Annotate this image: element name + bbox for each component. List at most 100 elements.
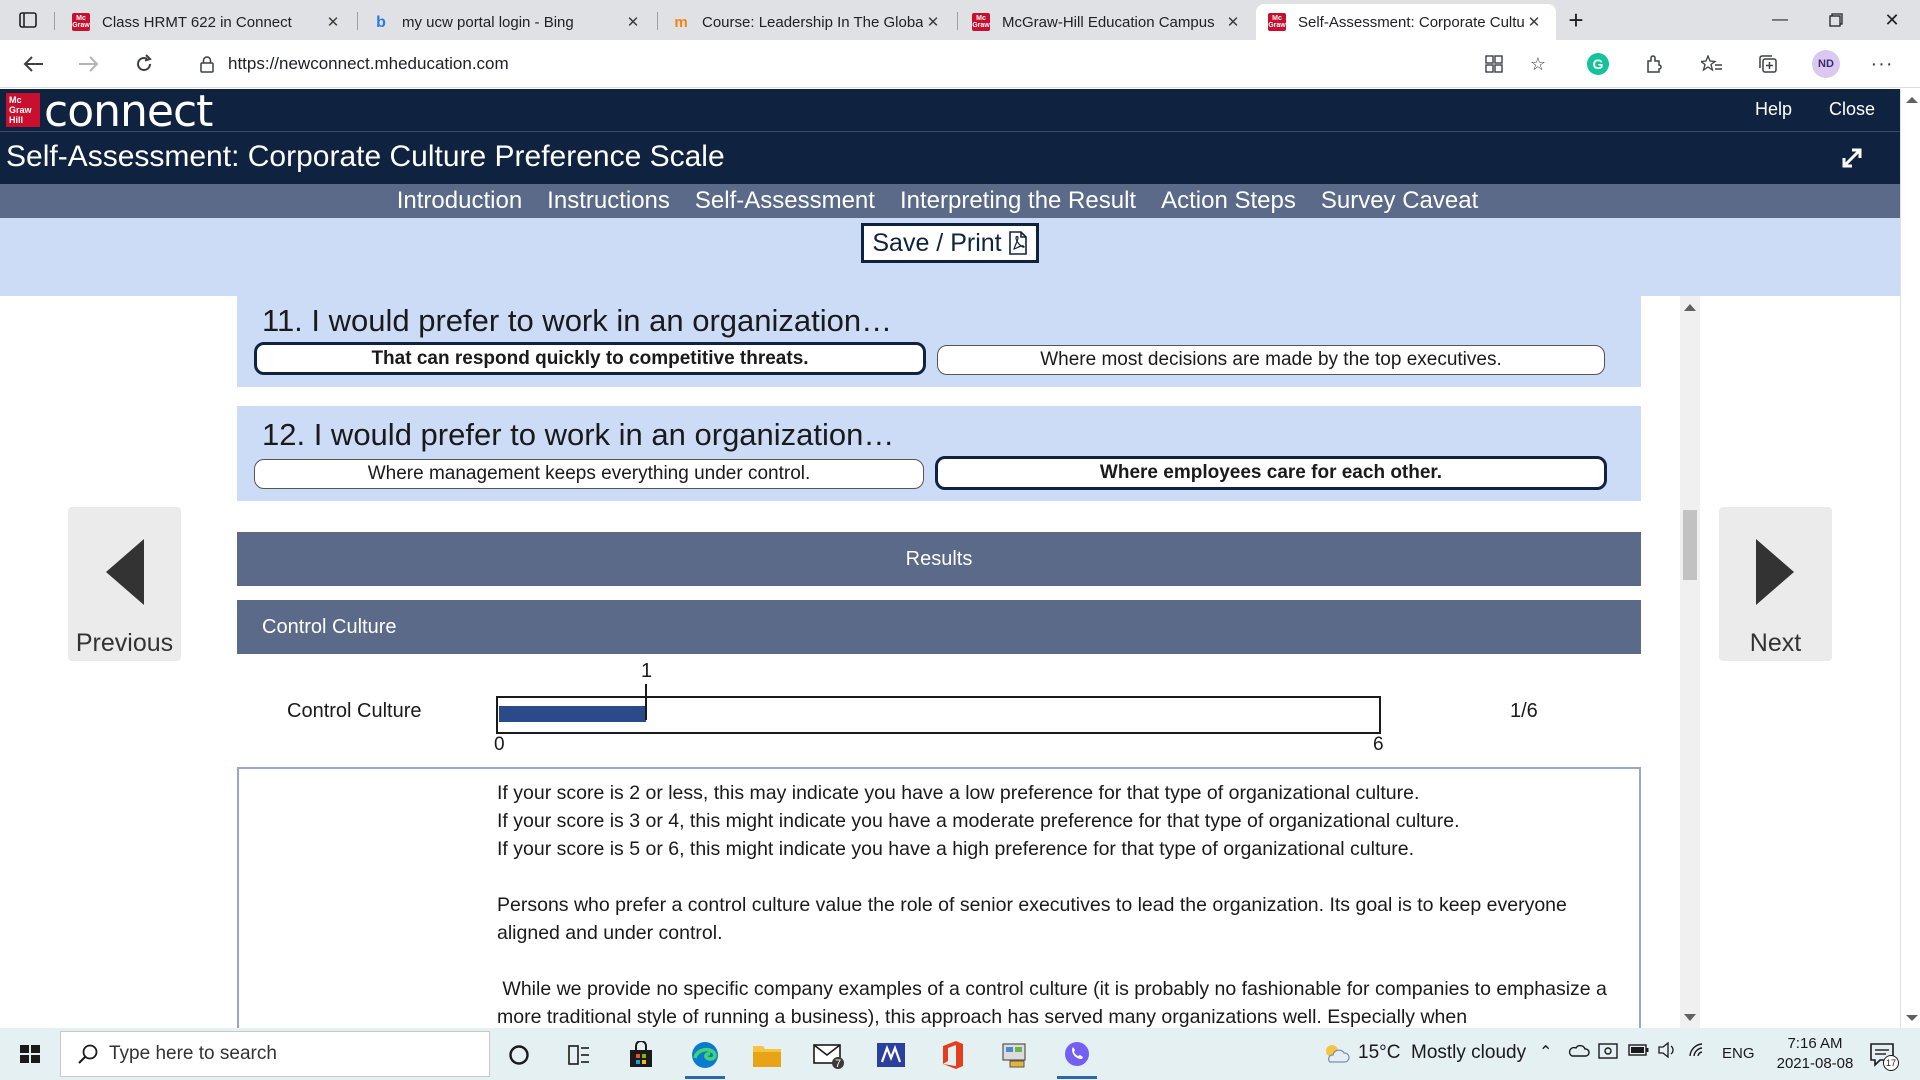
connect-header: Mc Graw Hill connect Help Close — [0, 86, 1900, 137]
back-icon[interactable] — [16, 46, 52, 82]
interpretation-paragraph: Persons who prefer a control culture val… — [497, 894, 1567, 944]
notification-icon[interactable]: 17 — [1868, 1040, 1899, 1071]
onedrive-icon[interactable] — [1568, 1042, 1590, 1062]
edge-icon[interactable] — [681, 1034, 729, 1079]
assessment-content: 11. I would prefer to work in an organiz… — [0, 296, 1900, 1028]
score-label: Control Culture — [287, 700, 422, 722]
browser-tab[interactable]: m Course: Leadership In The Global ✕ — [660, 4, 955, 40]
tab-survey-caveat[interactable]: Survey Caveat — [1321, 187, 1478, 215]
teams-icon[interactable] — [867, 1034, 915, 1076]
window-close-icon[interactable]: ✕ — [1864, 0, 1920, 40]
battery-icon[interactable] — [1628, 1042, 1650, 1062]
scroll-down-icon[interactable] — [1684, 1014, 1696, 1021]
next-button[interactable]: Next — [1719, 507, 1832, 661]
control-panel-icon[interactable] — [991, 1034, 1039, 1076]
pdf-icon — [1008, 231, 1028, 255]
office-icon[interactable] — [929, 1034, 977, 1076]
page-title: Self-Assessment: Corporate Culture Prefe… — [6, 140, 725, 173]
expand-icon[interactable] — [1838, 144, 1866, 172]
meet-now-icon[interactable] — [1598, 1042, 1618, 1065]
grammarly-icon[interactable]: G — [1582, 48, 1614, 80]
mail-icon[interactable]: 7 — [805, 1034, 853, 1076]
score-bar-fill — [499, 706, 646, 722]
previous-button[interactable]: Previous — [68, 507, 181, 661]
more-options-icon[interactable]: ··· — [1866, 48, 1898, 80]
tab-instructions[interactable]: Instructions — [547, 187, 670, 215]
help-link[interactable]: Help — [1755, 99, 1792, 120]
mail-badge: 7 — [835, 1058, 842, 1070]
arrow-right-icon — [1756, 539, 1794, 605]
question-11: 11. I would prefer to work in an organiz… — [237, 296, 1641, 387]
cortana-icon[interactable] — [495, 1034, 543, 1076]
windows-taskbar: Type here to search 7 15°C Mostly cloudy… — [0, 1028, 1920, 1080]
section-nav: Introduction Instructions Self-Assessmen… — [0, 184, 1900, 218]
viber-icon[interactable] — [1053, 1034, 1101, 1079]
file-explorer-icon[interactable] — [743, 1034, 791, 1076]
tab-actions-icon[interactable] — [8, 0, 48, 40]
close-tab-icon[interactable]: ✕ — [323, 13, 343, 31]
browser-tab[interactable]: Mc Graw McGraw-Hill Education Campus ✕ — [960, 4, 1255, 40]
close-tab-icon[interactable]: ✕ — [923, 13, 943, 31]
tab-interpreting-the-result[interactable]: Interpreting the Result — [900, 187, 1136, 215]
weather-widget[interactable]: 15°C Mostly cloudy — [1322, 1042, 1526, 1064]
answer-option[interactable]: Where most decisions are made by the top… — [937, 345, 1605, 375]
scroll-thumb[interactable] — [1683, 510, 1697, 580]
browser-address-bar: https://newconnect.mheducation.com ☆ G N… — [0, 40, 1920, 88]
extensions-icon[interactable] — [1638, 48, 1670, 80]
refresh-icon[interactable] — [126, 46, 162, 82]
save-print-button[interactable]: Save / Print — [861, 223, 1039, 263]
close-tab-icon[interactable]: ✕ — [1223, 13, 1243, 31]
score-marker — [645, 684, 647, 720]
favorites-icon[interactable] — [1696, 48, 1728, 80]
clock-date: 2021-08-08 — [1776, 1055, 1854, 1072]
content-scrollbar[interactable] — [1680, 296, 1700, 1028]
search-placeholder: Type here to search — [109, 1043, 277, 1064]
answer-option-selected[interactable]: Where employees care for each other. — [935, 456, 1607, 490]
page-scrollbar[interactable] — [1900, 89, 1920, 1028]
store-icon[interactable] — [617, 1034, 665, 1076]
browser-tab-active[interactable]: Mc Graw Self-Assessment: Corporate Cultu … — [1256, 4, 1556, 40]
browser-tab[interactable]: Mc Graw Class HRMT 622 in Connect ✕ — [60, 4, 355, 40]
answer-option[interactable]: Where management keeps everything under … — [254, 459, 924, 489]
new-tab-button[interactable]: + — [1556, 0, 1596, 40]
windows-start-icon[interactable] — [10, 1038, 50, 1070]
minimize-icon[interactable]: — — [1752, 0, 1808, 40]
score-bar: 1 — [496, 660, 1381, 734]
volume-icon[interactable] — [1658, 1041, 1678, 1063]
interpretation-line: If your score is 2 or less, this may ind… — [497, 782, 1420, 804]
add-favorite-icon[interactable]: ☆ — [1522, 48, 1554, 80]
next-label: Next — [1749, 629, 1802, 657]
page-scroll-up-icon[interactable] — [1906, 97, 1918, 103]
mcgraw-hill-icon: Mc Graw — [972, 13, 990, 31]
close-link[interactable]: Close — [1829, 99, 1875, 120]
mcgraw-hill-icon: Mc Graw — [72, 13, 90, 31]
taskbar-search[interactable]: Type here to search — [60, 1031, 490, 1077]
collections-icon[interactable] — [1752, 48, 1784, 80]
close-tab-icon[interactable]: ✕ — [1524, 13, 1544, 31]
chevron-up-icon[interactable]: ⌃ — [1539, 1042, 1552, 1062]
previous-label: Previous — [75, 629, 174, 657]
interpretation-line: If your score is 3 or 4, this might indi… — [497, 810, 1460, 832]
profile-avatar[interactable]: ND — [1810, 48, 1842, 80]
interpretation-text: If your score is 2 or less, this may ind… — [497, 779, 1617, 1028]
forward-icon[interactable] — [70, 46, 106, 82]
tab-self-assessment[interactable]: Self-Assessment — [695, 187, 875, 215]
tab-introduction[interactable]: Introduction — [397, 187, 522, 215]
weather-text: 15°C Mostly cloudy — [1358, 1042, 1527, 1063]
question-title: 11. I would prefer to work in an organiz… — [262, 303, 893, 338]
restore-icon[interactable] — [1808, 0, 1864, 40]
answer-option-selected[interactable]: That can respond quickly to competitive … — [254, 342, 926, 375]
tab-action-steps[interactable]: Action Steps — [1161, 187, 1296, 215]
scroll-up-icon[interactable] — [1684, 304, 1696, 311]
tab-title: Self-Assessment: Corporate Cultu — [1298, 13, 1524, 31]
browser-tab[interactable]: b my ucw portal login - Bing ✕ — [360, 4, 655, 40]
language-indicator[interactable]: ENG — [1722, 1045, 1755, 1062]
url-field[interactable]: https://newconnect.mheducation.com — [180, 46, 1620, 82]
page-scroll-down-icon[interactable] — [1906, 1015, 1918, 1021]
clock[interactable]: 7:16 AM 2021-08-08 — [1760, 1034, 1870, 1074]
wifi-icon[interactable] — [1688, 1042, 1708, 1063]
lock-icon[interactable] — [200, 55, 214, 73]
close-tab-icon[interactable]: ✕ — [623, 13, 643, 31]
task-view-icon[interactable] — [555, 1034, 603, 1076]
app-available-icon[interactable] — [1478, 48, 1510, 80]
